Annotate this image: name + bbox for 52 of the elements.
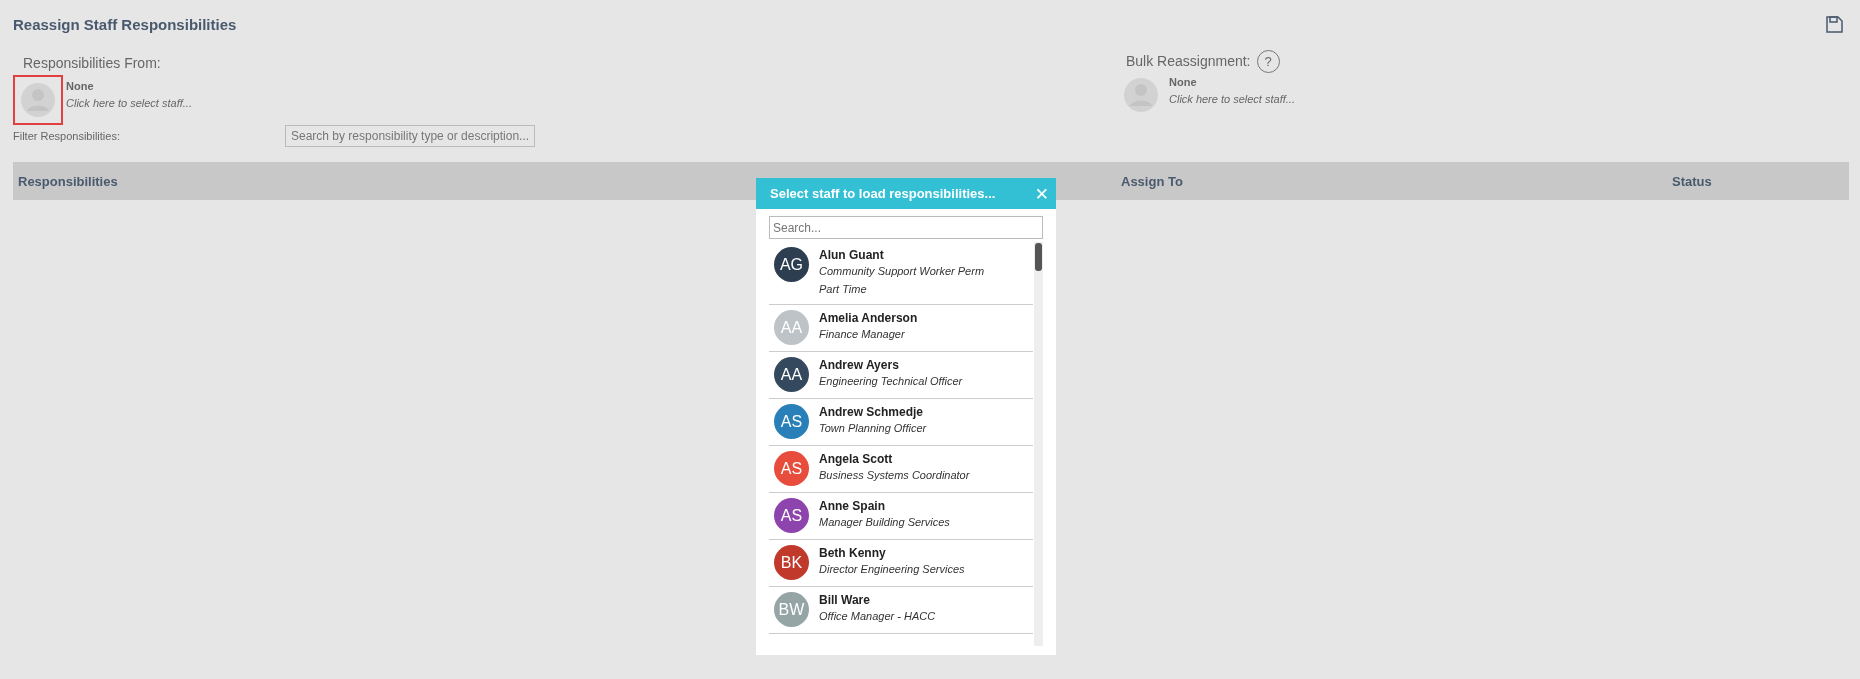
save-icon — [1825, 14, 1844, 34]
selector-label: Bulk Reassignment: — [1126, 53, 1251, 69]
avatar-frame[interactable] — [13, 75, 63, 125]
person-avatar-icon — [1124, 78, 1158, 112]
search-field[interactable]: Search by responsibility type or description... — [285, 125, 535, 147]
staff-name: Andrew Ayers — [819, 358, 900, 372]
staff-name: Bill Ware — [819, 593, 871, 607]
staff-role: Finance Manager — [819, 327, 906, 342]
column-header: Responsibilities — [17, 173, 119, 189]
filter-label: Filter Responsibilities: — [13, 130, 121, 142]
staff-name: Alun Guant — [819, 248, 885, 262]
staff-name: Amelia Anderson — [819, 311, 918, 325]
person-avatar-icon — [21, 83, 55, 117]
selector-label: Responsibilities From: — [23, 55, 161, 71]
initials-avatar: AS — [774, 451, 809, 486]
search-field[interactable]: Search... — [769, 216, 1043, 239]
scrollbar-thumb[interactable] — [1035, 243, 1042, 271]
initials-avatar: AS — [774, 404, 809, 439]
staff-name: Andrew Schmedje — [819, 405, 925, 419]
column-header: Assign To — [1121, 173, 1184, 189]
staff-role: Manager Building Services — [819, 515, 950, 530]
initials-avatar: AA — [774, 357, 809, 392]
initials-avatar: BK — [774, 545, 809, 580]
staff-list-item[interactable]: BW Bill Ware Office Manager - HACC — [769, 587, 1033, 634]
staff-list-item[interactable]: AA Amelia Anderson Finance Manager — [769, 305, 1033, 352]
staff-list-item[interactable]: AS Andrew Schmedje Town Planning Officer — [769, 399, 1033, 446]
staff-name: None — [66, 80, 95, 92]
staff-list-item[interactable]: AG Alun Guant Community Support Worker Perm Part Time — [769, 242, 1033, 305]
save-button[interactable] — [1825, 14, 1844, 34]
staff-role: Engineering Technical Officer — [819, 374, 963, 389]
staff-role: Town Planning Officer — [819, 421, 927, 436]
staff-name: Anne Spain — [819, 499, 886, 513]
staff-name: Angela Scott — [819, 452, 894, 466]
initials-avatar: BW — [774, 592, 809, 627]
staff-role: Office Manager - HACC — [819, 609, 936, 624]
staff-list-item[interactable]: AS Anne Spain Manager Building Services — [769, 493, 1033, 540]
staff-name: None — [1169, 76, 1198, 88]
select-staff-link[interactable]: Click here to select staff... — [66, 97, 192, 109]
select-staff-link[interactable]: Click here to select staff... — [1169, 93, 1295, 105]
staff-list-item[interactable]: AS Angela Scott Business Systems Coordinator — [769, 446, 1033, 493]
initials-avatar: AA — [774, 310, 809, 345]
staff-list-item[interactable]: BK Beth Kenny Director Engineering Services — [769, 540, 1033, 587]
column-header: Status — [1672, 173, 1712, 189]
staff-name: Beth Kenny — [819, 546, 887, 560]
page-title: Reassign Staff Responsibilities — [13, 15, 237, 33]
staff-list-item[interactable]: AA Andrew Ayers Engineering Technical Officer — [769, 352, 1033, 399]
initials-avatar: AS — [774, 498, 809, 533]
staff-role: Community Support Worker Perm Part Time — [819, 264, 986, 297]
staff-role: Business Systems Coordinator — [819, 468, 970, 483]
initials-avatar: AG — [774, 247, 809, 282]
staff-role: Director Engineering Services — [819, 562, 965, 577]
dialog-title: Select staff to load responsibilities... — [770, 186, 996, 201]
